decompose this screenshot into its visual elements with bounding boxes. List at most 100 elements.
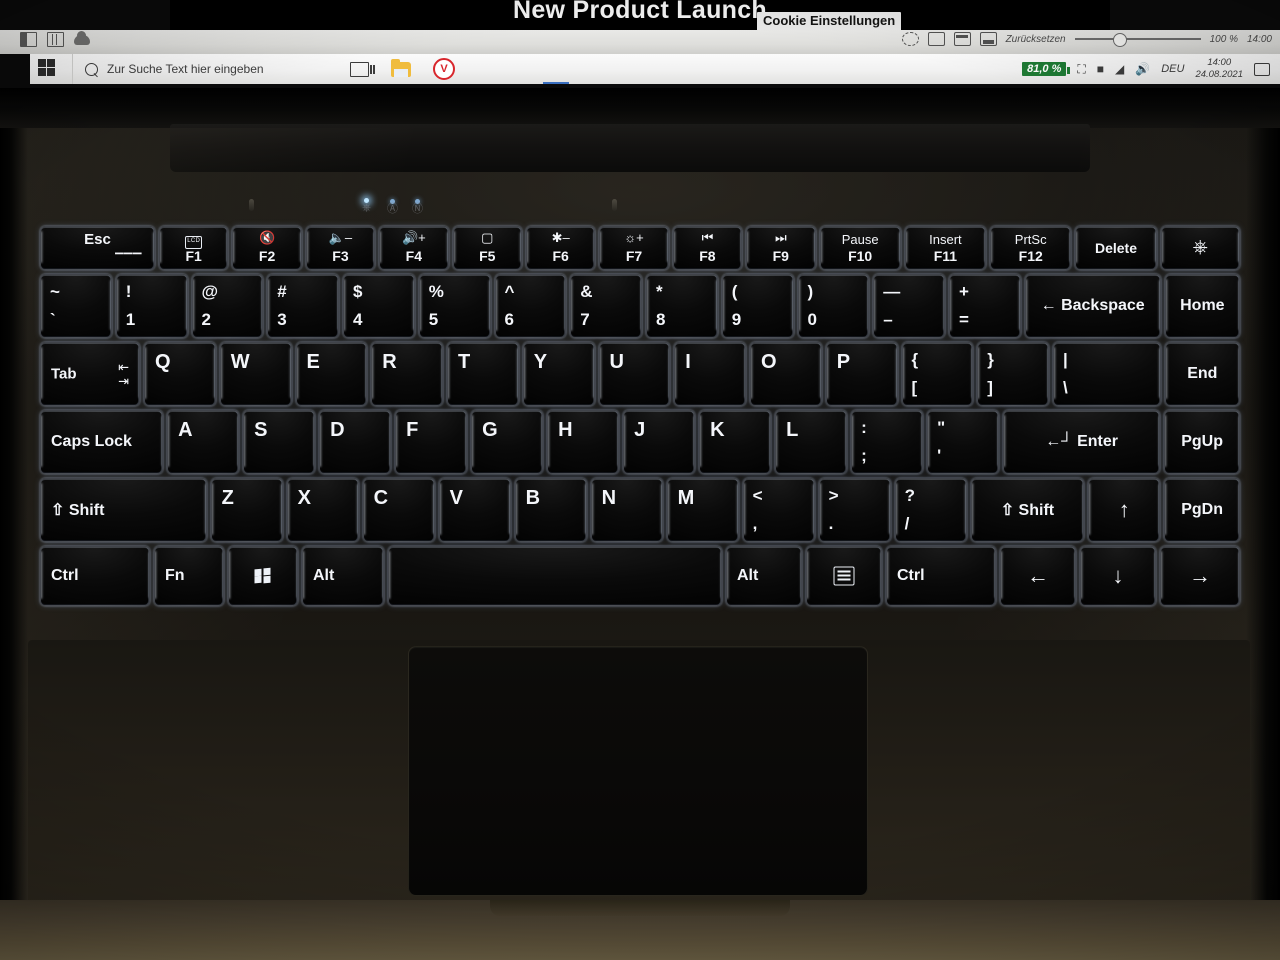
- key-b[interactable]: B: [514, 478, 587, 542]
- camera-icon[interactable]: [901, 32, 919, 46]
- key-e[interactable]: E: [295, 342, 368, 406]
- reading-view-icon[interactable]: [953, 32, 971, 46]
- key-equals[interactable]: + =: [949, 274, 1021, 338]
- key-f1[interactable]: LCD F1: [158, 226, 229, 270]
- normal-view-icon[interactable]: [927, 32, 945, 46]
- key-shift-left[interactable]: ⇧ Shift: [40, 478, 207, 542]
- key-menu[interactable]: [806, 546, 882, 606]
- start-button[interactable]: [38, 59, 57, 78]
- key-7[interactable]: & 7: [570, 274, 642, 338]
- key-f5[interactable]: ▢ F5: [452, 226, 522, 270]
- key-f6[interactable]: ✱– F6: [525, 226, 596, 270]
- key-w[interactable]: W: [219, 342, 292, 406]
- key-p[interactable]: P: [825, 342, 898, 406]
- key-arrow-down[interactable]: ↓: [1080, 546, 1156, 606]
- key-v[interactable]: V: [438, 478, 511, 542]
- power-led[interactable]: ⎈: [360, 198, 373, 214]
- key-enter[interactable]: ←┘ Enter: [1003, 410, 1161, 474]
- key-page-up[interactable]: PgUp: [1164, 410, 1240, 474]
- key-page-down[interactable]: PgDn: [1164, 478, 1240, 542]
- key-2[interactable]: @ 2: [191, 274, 264, 338]
- key-x[interactable]: X: [286, 478, 359, 542]
- file-explorer-icon[interactable]: [391, 58, 411, 77]
- key-delete[interactable]: Delete: [1075, 226, 1157, 270]
- key-y[interactable]: Y: [522, 342, 595, 406]
- volume-icon[interactable]: 🔊: [1135, 63, 1150, 75]
- columns-view-icon[interactable]: [47, 32, 64, 47]
- key-windows[interactable]: [228, 546, 298, 606]
- key-f4[interactable]: 🔊+ F4: [379, 226, 449, 270]
- key-arrow-right[interactable]: →: [1160, 546, 1240, 606]
- key-end[interactable]: End: [1164, 342, 1241, 406]
- key-f10[interactable]: Pause F10: [819, 226, 901, 270]
- key-esc[interactable]: Esc ▔▔▔: [40, 226, 155, 270]
- key-quote[interactable]: " ': [927, 410, 1000, 474]
- zoom-slider-knob[interactable]: [1112, 33, 1127, 47]
- key-power[interactable]: ⎈: [1160, 226, 1240, 270]
- key-period[interactable]: > .: [818, 478, 891, 542]
- key-bracket-right[interactable]: } ]: [977, 342, 1050, 406]
- key-u[interactable]: U: [598, 342, 671, 406]
- key-q[interactable]: Q: [144, 342, 216, 406]
- key-j[interactable]: J: [623, 410, 696, 474]
- notifications-icon[interactable]: [1254, 62, 1270, 76]
- key-t[interactable]: T: [447, 342, 519, 406]
- battery-icon[interactable]: ■: [1097, 63, 1104, 75]
- key-arrow-up[interactable]: ↑: [1088, 478, 1161, 542]
- key-backtick[interactable]: ~ `: [40, 274, 112, 338]
- key-f[interactable]: F: [395, 410, 468, 474]
- zoom-slider[interactable]: [1074, 33, 1201, 47]
- key-i[interactable]: I: [674, 342, 747, 406]
- reset-label[interactable]: Zurücksetzen: [1006, 34, 1066, 45]
- key-space[interactable]: [388, 546, 722, 606]
- key-4[interactable]: $ 4: [343, 274, 415, 338]
- key-l[interactable]: L: [775, 410, 848, 474]
- key-c[interactable]: C: [362, 478, 435, 542]
- key-f8[interactable]: ⏮ F8: [672, 226, 743, 270]
- key-o[interactable]: O: [750, 342, 822, 406]
- battery-percentage[interactable]: 81,0 %: [1022, 62, 1071, 76]
- key-ctrl-right[interactable]: Ctrl: [886, 546, 996, 606]
- key-r[interactable]: R: [371, 342, 444, 406]
- search-input[interactable]: Zur Suche Text hier eingeben: [72, 54, 264, 84]
- key-minus[interactable]: — –: [873, 274, 945, 338]
- key-semicolon[interactable]: : ;: [851, 410, 924, 474]
- key-tab[interactable]: Tab ⇤ ⇥: [40, 342, 141, 406]
- key-k[interactable]: K: [699, 410, 772, 474]
- key-bracket-left[interactable]: { [: [901, 342, 974, 406]
- key-alt-left[interactable]: Alt: [302, 546, 384, 606]
- vivaldi-browser-icon[interactable]: V: [433, 58, 455, 80]
- sidebar-toggle-icon[interactable]: [20, 32, 37, 47]
- task-view-icon[interactable]: [350, 61, 372, 77]
- key-h[interactable]: H: [547, 410, 620, 474]
- key-f11[interactable]: Insert F11: [904, 226, 987, 270]
- key-f12[interactable]: PrtSc F12: [990, 226, 1072, 270]
- slideshow-icon[interactable]: [979, 32, 997, 46]
- key-fn[interactable]: Fn: [154, 546, 224, 606]
- key-a[interactable]: A: [167, 410, 240, 474]
- key-z[interactable]: Z: [210, 478, 283, 542]
- clock[interactable]: 14:00 24.08.2021: [1195, 57, 1243, 81]
- key-comma[interactable]: < ,: [742, 478, 815, 542]
- key-n[interactable]: N: [590, 478, 663, 542]
- key-f9[interactable]: ⏭ F9: [746, 226, 816, 270]
- key-shift-right[interactable]: ⇧ Shift: [970, 478, 1085, 542]
- trackpad[interactable]: [408, 646, 868, 896]
- key-1[interactable]: ! 1: [115, 274, 188, 338]
- key-5[interactable]: % 5: [418, 274, 491, 338]
- key-s[interactable]: S: [243, 410, 316, 474]
- key-backspace[interactable]: ← Backspace: [1024, 274, 1161, 338]
- key-home[interactable]: Home: [1164, 274, 1241, 338]
- key-f7[interactable]: ☼+ F7: [599, 226, 669, 270]
- key-alt-right[interactable]: Alt: [726, 546, 802, 606]
- wifi-icon[interactable]: ◢: [1115, 63, 1124, 75]
- key-6[interactable]: ^ 6: [494, 274, 567, 338]
- key-3[interactable]: # 3: [267, 274, 339, 338]
- key-d[interactable]: D: [319, 410, 392, 474]
- key-f2[interactable]: 🔇 F2: [232, 226, 302, 270]
- key-f3[interactable]: 🔈– F3: [305, 226, 376, 270]
- cookie-settings-button[interactable]: Cookie Einstellungen: [757, 12, 902, 31]
- key-0[interactable]: ) 0: [797, 274, 870, 338]
- key-backslash[interactable]: | \: [1053, 342, 1161, 406]
- key-g[interactable]: G: [471, 410, 544, 474]
